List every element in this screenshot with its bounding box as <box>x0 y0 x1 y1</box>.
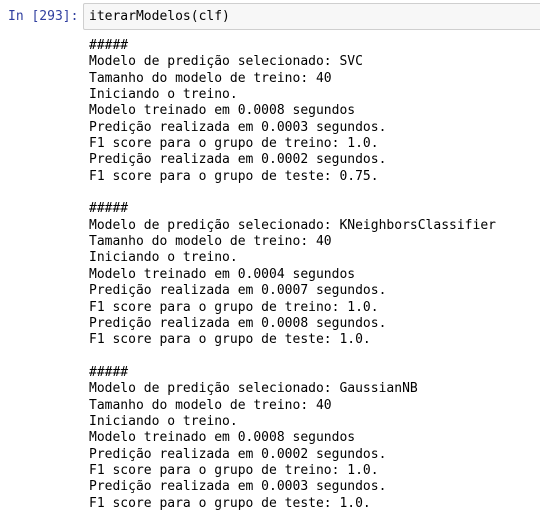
output-line: Predição realizada em 0.0007 segundos. <box>89 283 387 299</box>
output-line: F1 score para o grupo de treino: 1.0. <box>89 462 379 478</box>
output-line: Modelo de predição selecionado: Gaussian… <box>89 381 418 397</box>
output-line: Modelo de predição selecionado: SVC <box>89 54 363 70</box>
output-line: Iniciando o treino. <box>89 87 238 103</box>
output-line: F1 score para o grupo de teste: 1.0. <box>89 495 371 511</box>
output-line: Iniciando o treino. <box>89 413 238 429</box>
code-input-area[interactable]: iterarModelos(clf) <box>83 3 540 30</box>
output-line: Predição realizada em 0.0002 segundos. <box>89 446 387 462</box>
output-line: Tamanho do modelo de treino: 40 <box>89 397 332 413</box>
output-line: Modelo treinado em 0.0004 segundos <box>89 266 356 282</box>
output-line: Predição realizada em 0.0002 segundos. <box>89 152 387 168</box>
output-line: ##### <box>89 38 129 53</box>
notebook-code-cell: In [293]: iterarModelos(clf) ##### Modelo… <box>0 0 540 511</box>
input-prompt: In [293]: <box>8 9 79 24</box>
output-line: Iniciando o treino. <box>89 250 238 266</box>
output-line: Predição realizada em 0.0003 segundos. <box>89 479 387 495</box>
code-text[interactable]: iterarModelos(clf) <box>89 9 230 25</box>
output-line: ##### <box>89 364 129 380</box>
cell-output-area: ##### Modelo de predição selecionado: SVC… <box>89 38 539 512</box>
output-line: Predição realizada em 0.0008 segundos. <box>89 315 387 331</box>
output-line: Modelo de predição selecionado: KNeighbo… <box>89 217 496 233</box>
output-line: Modelo treinado em 0.0008 segundos <box>89 430 356 446</box>
output-line: Predição realizada em 0.0003 segundos. <box>89 119 387 135</box>
output-line: Tamanho do modelo de treino: 40 <box>89 234 332 250</box>
output-line: F1 score para o grupo de teste: 1.0. <box>89 332 371 348</box>
output-line: Modelo treinado em 0.0008 segundos <box>89 103 356 119</box>
output-blank-line <box>89 185 539 201</box>
output-line: F1 score para o grupo de treino: 1.0. <box>89 136 379 152</box>
output-line: ##### <box>89 201 129 217</box>
output-line: Tamanho do modelo de treino: 40 <box>89 70 332 86</box>
output-blank-line <box>89 349 539 365</box>
output-line: F1 score para o grupo de treino: 1.0. <box>89 299 379 315</box>
output-line: F1 score para o grupo de teste: 0.75. <box>89 168 379 184</box>
